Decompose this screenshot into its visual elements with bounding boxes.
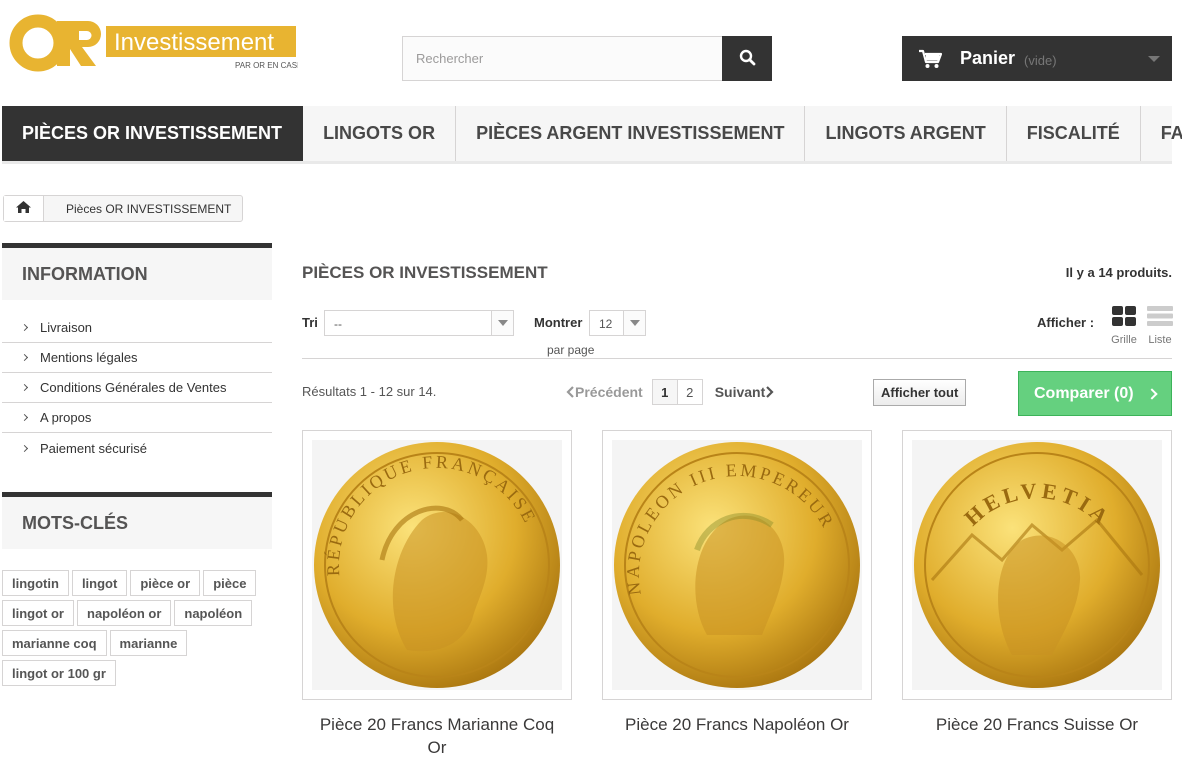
keywords-block-title: MOTS-CLÉS <box>2 492 272 549</box>
gold-coin-marianne-image: RÉPUBLIQUE FRANÇAISE <box>314 442 560 688</box>
results-summary: Résultats 1 - 12 sur 14. <box>302 384 437 399</box>
breadcrumb-current: Pièces OR INVESTISSEMENT <box>66 201 232 216</box>
tag-link[interactable]: lingot or 100 gr <box>2 660 116 686</box>
gold-coin-helvetia-image: HELVETIA <box>914 442 1160 688</box>
breadcrumb-home[interactable] <box>4 196 44 221</box>
sort-select[interactable]: -- <box>324 310 514 336</box>
search-input[interactable] <box>402 36 723 81</box>
tag-link[interactable]: napoléon or <box>77 600 172 626</box>
product-name[interactable]: Pièce 20 Francs Suisse Or <box>902 713 1172 736</box>
grid-icon <box>1112 306 1136 331</box>
gold-coin-napoleon-image: NAPOLEON III EMPEREUR <box>614 442 860 688</box>
product-card: RÉPUBLIQUE FRANÇAISE Pièce 20 Francs Mar… <box>302 430 572 759</box>
chevron-right-icon <box>20 383 29 392</box>
info-link-mentions-legales[interactable]: Mentions légales <box>2 343 272 373</box>
category-title: PIÈCES OR INVESTISSEMENT <box>302 263 548 282</box>
info-link-cgv[interactable]: Conditions Générales de Ventes <box>2 373 272 403</box>
menu-item-fiscalite[interactable]: FISCALITÉ <box>1007 106 1141 161</box>
info-link-a-propos[interactable]: A propos <box>2 403 272 433</box>
tag-link[interactable]: pièce <box>203 570 257 596</box>
main-menu: PIÈCES OR INVESTISSEMENT LINGOTS OR PIÈC… <box>2 106 1182 164</box>
chevron-down-icon <box>491 311 513 335</box>
product-image[interactable]: RÉPUBLIQUE FRANÇAISE <box>302 430 572 700</box>
cart-status: (vide) <box>1024 52 1057 68</box>
sort-label: Tri <box>302 315 318 330</box>
per-page-select[interactable]: 12 <box>589 310 646 336</box>
chevron-right-icon <box>20 444 29 452</box>
pagination-page[interactable]: 2 <box>676 379 703 405</box>
show-all-button[interactable]: Afficher tout <box>873 379 967 406</box>
view-label: Afficher : <box>1037 315 1095 330</box>
search-bar <box>402 36 772 81</box>
pagination-page[interactable]: 1 <box>651 379 678 405</box>
site-logo[interactable]: Investissement PAR OR EN CASH <box>8 10 298 72</box>
tag-link[interactable]: napoléon <box>174 600 253 626</box>
menu-item-pieces-or[interactable]: PIÈCES OR INVESTISSEMENT <box>2 106 304 161</box>
tag-cloud: lingotin lingot pièce or pièce lingot or… <box>2 570 272 690</box>
tag-link[interactable]: pièce or <box>130 570 201 596</box>
tag-link[interactable]: marianne <box>109 630 188 656</box>
product-card: NAPOLEON III EMPEREUR Pièce 20 Francs Na… <box>602 430 872 736</box>
chevron-right-icon <box>1146 388 1158 400</box>
svg-text:PAR OR EN CASH: PAR OR EN CASH <box>235 61 298 70</box>
information-list: Livraison Mentions légales Conditions Gé… <box>2 313 272 463</box>
product-count: Il y a 14 produits. <box>1065 265 1172 280</box>
pagination-previous[interactable]: Précédent <box>566 384 643 400</box>
menu-item-lingots-or[interactable]: LINGOTS OR <box>303 106 457 161</box>
tag-link[interactable]: marianne coq <box>2 630 107 656</box>
info-link-livraison[interactable]: Livraison <box>2 313 272 343</box>
menu-item-faq[interactable]: FAQ <box>1141 106 1182 161</box>
pagination: Précédent 1 2 Suivant <box>566 379 774 405</box>
chevron-right-icon <box>20 323 29 332</box>
divider <box>302 358 1172 359</box>
chevron-right-icon <box>20 413 29 422</box>
caret-down-icon <box>1148 56 1160 62</box>
menu-item-pieces-argent[interactable]: PIÈCES ARGENT INVESTISSEMENT <box>456 106 806 161</box>
cart-label: Panier <box>960 48 1016 68</box>
cart-icon <box>918 49 942 69</box>
product-name[interactable]: Pièce 20 Francs Marianne Coq Or <box>302 713 572 759</box>
per-page-label: par page <box>547 343 595 357</box>
search-icon <box>739 49 756 69</box>
list-view-button[interactable]: Liste <box>1145 306 1175 346</box>
show-label: Montrer <box>534 315 583 330</box>
compare-button[interactable]: Comparer (0) <box>1018 371 1172 416</box>
chevron-left-icon <box>566 386 574 398</box>
product-image[interactable]: NAPOLEON III EMPEREUR <box>602 430 872 700</box>
chevron-right-icon <box>766 386 774 398</box>
info-link-paiement[interactable]: Paiement sécurisé <box>2 433 272 463</box>
product-image[interactable]: HELVETIA <box>902 430 1172 700</box>
chevron-right-icon <box>20 353 29 362</box>
tag-link[interactable]: lingot or <box>2 600 74 626</box>
information-block-title: INFORMATION <box>2 243 272 300</box>
svg-text:Investissement: Investissement <box>114 29 274 56</box>
cart-button[interactable]: Panier (vide) <box>902 36 1172 81</box>
tag-link[interactable]: lingotin <box>2 570 69 596</box>
chevron-down-icon <box>623 311 645 335</box>
search-button[interactable] <box>722 36 772 81</box>
menu-item-lingots-argent[interactable]: LINGOTS ARGENT <box>805 106 1007 161</box>
breadcrumb: Pièces OR INVESTISSEMENT <box>3 195 244 222</box>
product-card: HELVETIA Pièce 20 Francs Suisse Or <box>902 430 1172 736</box>
grid-view-button[interactable]: Grille <box>1109 306 1139 346</box>
pagination-next[interactable]: Suivant <box>715 384 775 400</box>
list-icon <box>1147 306 1173 331</box>
tag-link[interactable]: lingot <box>71 570 128 596</box>
home-icon <box>16 200 31 218</box>
product-name[interactable]: Pièce 20 Francs Napoléon Or <box>602 713 872 736</box>
